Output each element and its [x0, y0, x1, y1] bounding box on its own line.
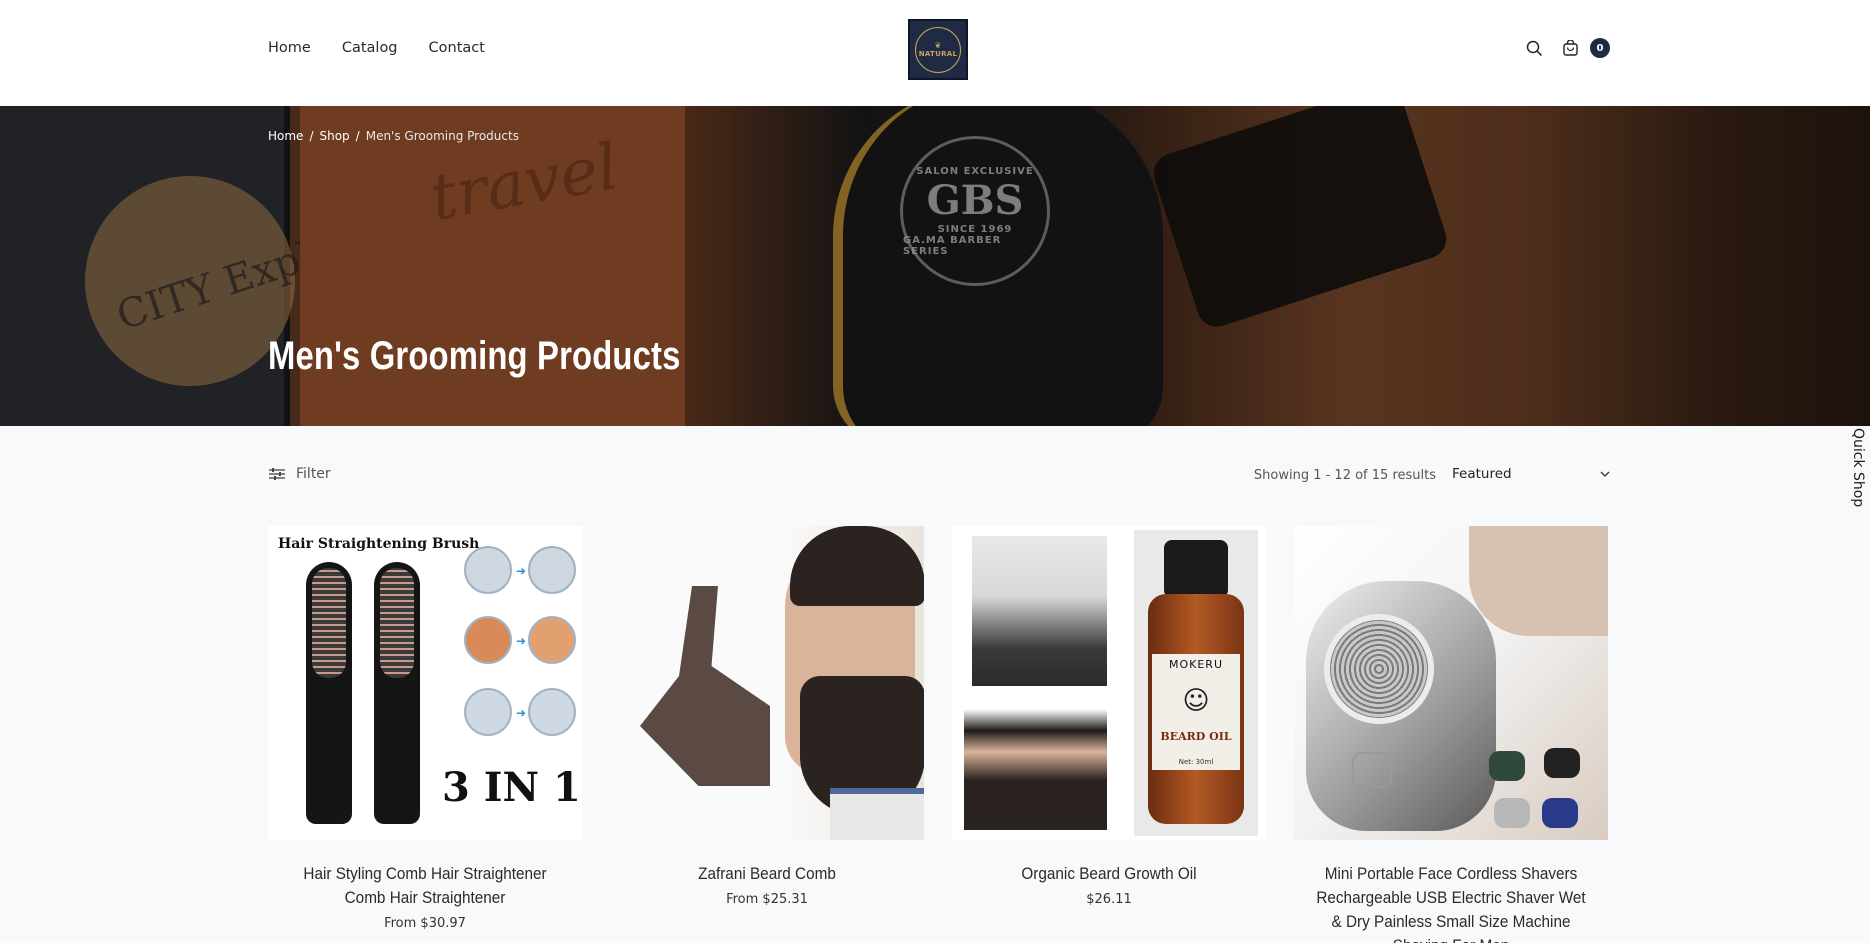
- filter-sliders-icon: [269, 468, 285, 480]
- bristles-graphic: [312, 568, 346, 678]
- breadcrumb-separator: /: [309, 129, 314, 143]
- label-net: Net: 30ml: [1178, 757, 1214, 766]
- model-shirt: [830, 788, 924, 840]
- site-header: Home Catalog Contact ❦ NATURAL 0: [0, 0, 1870, 105]
- shaver-variant: [1489, 751, 1525, 781]
- nav-catalog[interactable]: Catalog: [342, 40, 398, 56]
- shaver-button: [1352, 752, 1392, 788]
- model-face: [1469, 526, 1608, 636]
- product-title[interactable]: Hair Styling Comb Hair Straightener Comb…: [284, 862, 567, 910]
- breadcrumb-current: Men's Grooming Products: [365, 129, 519, 143]
- image-heading: Hair Straightening Brush: [278, 536, 480, 552]
- header-actions: 0: [1524, 38, 1610, 58]
- filter-button[interactable]: Filter: [268, 466, 331, 482]
- breadcrumb-shop[interactable]: Shop: [319, 129, 349, 143]
- bristles-graphic: [380, 568, 414, 678]
- nav-home[interactable]: Home: [268, 40, 311, 56]
- sort-selected-value: Featured: [1452, 466, 1512, 482]
- page-title: Men's Grooming Products: [268, 334, 681, 378]
- model-photo-bottom: [964, 688, 1107, 830]
- arrow-icon: ➜: [516, 706, 527, 720]
- product-card[interactable]: Zafrani Beard Comb From $25.31: [610, 526, 924, 943]
- label-brand: MOKERU: [1168, 658, 1223, 671]
- after-face: [528, 546, 576, 594]
- product-card[interactable]: MOKERU ☺ BEARD OIL Net: 30ml Organic Bea…: [952, 526, 1266, 943]
- sort-select[interactable]: Featured: [1452, 466, 1610, 482]
- beard-comb-graphic: [640, 586, 770, 786]
- product-card[interactable]: Hair Straightening Brush ➜ ➜ ➜ 3 IN 1 Ha…: [268, 526, 582, 943]
- breadcrumb: Home / Shop / Men's Grooming Products: [268, 129, 519, 143]
- product-title[interactable]: Organic Beard Growth Oil: [968, 862, 1251, 886]
- shaver-variant: [1494, 798, 1530, 828]
- beard-icon: ☺: [1182, 685, 1210, 716]
- product-grid: Hair Straightening Brush ➜ ➜ ➜ 3 IN 1 Ha…: [268, 526, 1608, 943]
- shaver-variant: [1542, 798, 1578, 828]
- arrow-icon: ➜: [516, 564, 527, 578]
- cart-count-badge: 0: [1590, 38, 1610, 58]
- before-face: [464, 616, 512, 664]
- logo-text: NATURAL: [918, 50, 958, 58]
- quick-shop-tab[interactable]: Quick Shop: [1850, 428, 1866, 507]
- image-badge: 3 IN 1: [442, 764, 581, 811]
- before-face: [464, 546, 512, 594]
- product-card[interactable]: Mini Portable Face Cordless Shavers Rech…: [1294, 526, 1608, 943]
- logo-leaf-icon: ❦: [934, 41, 942, 50]
- breadcrumb-home[interactable]: Home: [268, 129, 303, 143]
- shaver-variant: [1544, 748, 1580, 778]
- filter-label: Filter: [296, 466, 331, 482]
- store-logo[interactable]: ❦ NATURAL: [908, 19, 968, 80]
- nav-contact[interactable]: Contact: [429, 40, 485, 56]
- label-name: BEARD OIL: [1160, 730, 1232, 744]
- product-title[interactable]: Mini Portable Face Cordless Shavers Rech…: [1310, 862, 1593, 943]
- main-nav: Home Catalog Contact: [268, 40, 485, 56]
- model-hair: [790, 526, 924, 606]
- product-price: From $30.97: [384, 916, 466, 931]
- product-price: From $25.31: [726, 892, 808, 907]
- bottle-label: MOKERU ☺ BEARD OIL Net: 30ml: [1152, 654, 1240, 770]
- search-icon[interactable]: [1524, 38, 1544, 58]
- logo-emblem: ❦ NATURAL: [915, 26, 961, 73]
- product-price: $26.11: [1086, 892, 1132, 907]
- product-image[interactable]: Hair Straightening Brush ➜ ➜ ➜ 3 IN 1: [268, 526, 582, 840]
- cart-icon[interactable]: [1560, 38, 1580, 58]
- before-face: [464, 688, 512, 736]
- after-face: [528, 616, 576, 664]
- product-image[interactable]: [1294, 526, 1608, 840]
- product-image[interactable]: [610, 526, 924, 840]
- model-photo-top: [972, 536, 1107, 686]
- chevron-down-icon: [1600, 471, 1610, 477]
- arrow-icon: ➜: [516, 634, 527, 648]
- product-image[interactable]: MOKERU ☺ BEARD OIL Net: 30ml: [952, 526, 1266, 840]
- breadcrumb-separator: /: [355, 129, 360, 143]
- bottle-cap: [1164, 540, 1228, 598]
- after-face: [528, 688, 576, 736]
- collection-toolbar: Filter Showing 1 - 12 of 15 results Feat…: [268, 466, 1610, 486]
- shaver-foil: [1324, 614, 1434, 724]
- results-count: Showing 1 - 12 of 15 results: [1253, 468, 1436, 483]
- product-title[interactable]: Zafrani Beard Comb: [626, 862, 909, 886]
